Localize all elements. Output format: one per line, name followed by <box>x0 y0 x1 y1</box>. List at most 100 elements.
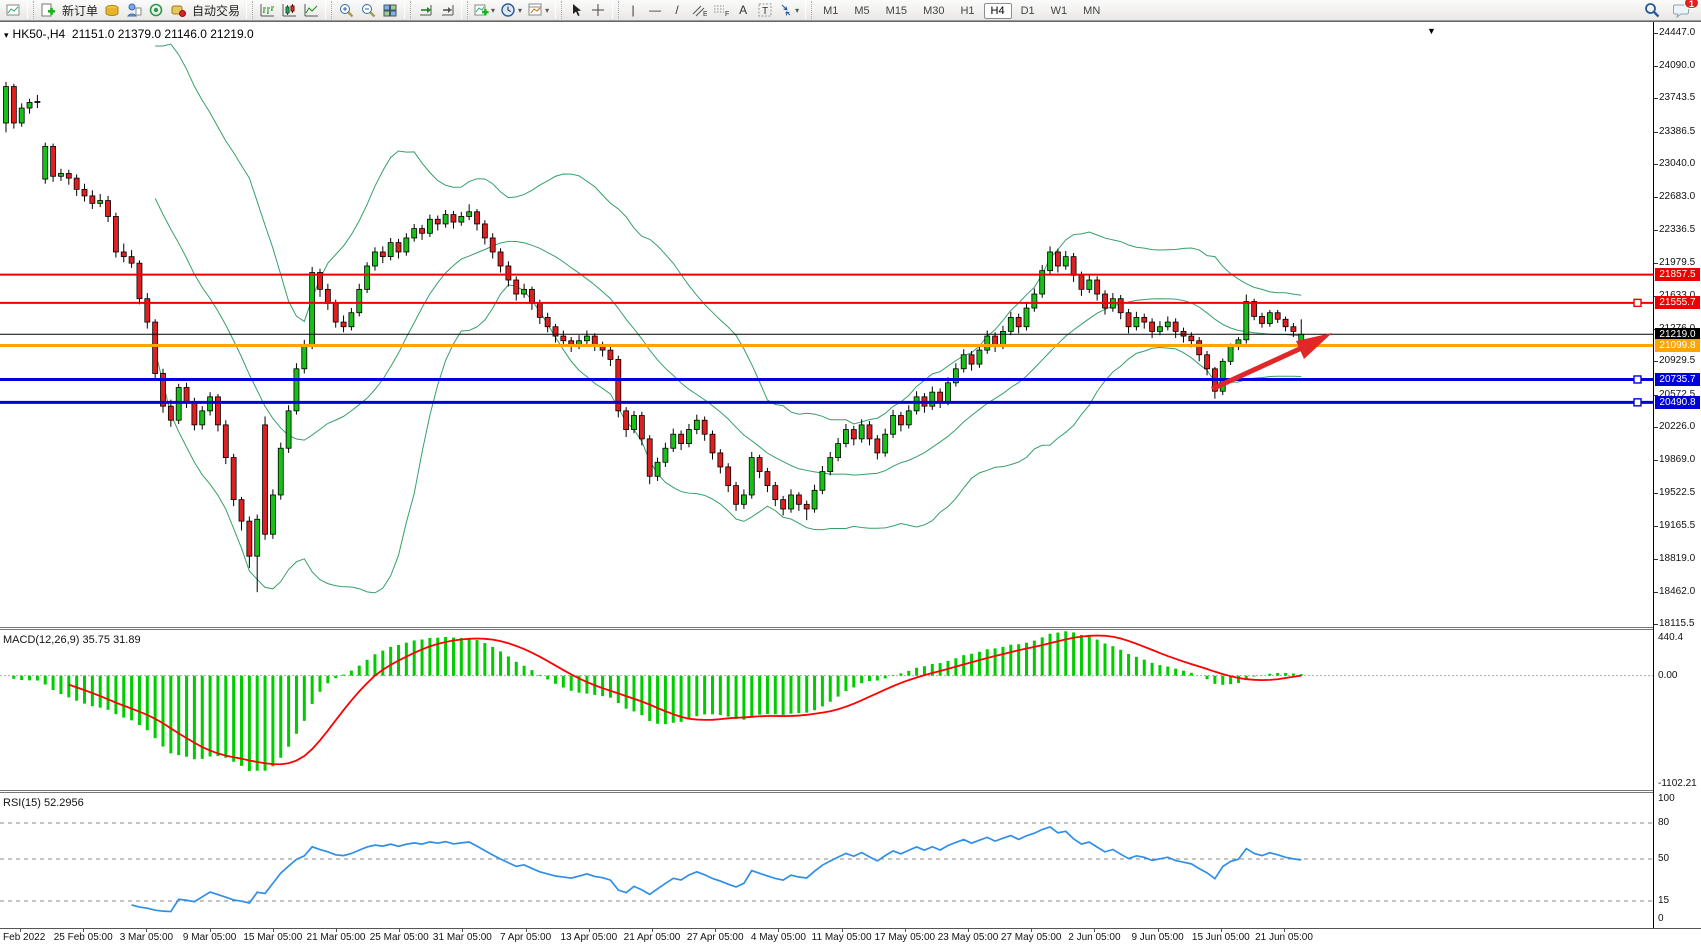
price-tag: 20490.8 <box>1655 396 1700 409</box>
rsi-line <box>132 827 1302 912</box>
time-tick-label: 13 Apr 05:00 <box>560 932 617 943</box>
price-axis[interactable]: 24447.024090.023743.523386.523040.022683… <box>1654 22 1701 928</box>
rsi-indicator-canvas[interactable]: RSI(15) 52.2956 <box>0 793 1653 928</box>
price-tick-label: 24447.0 <box>1659 27 1695 39</box>
periods-clock-icon[interactable]: ▾ <box>499 1 524 19</box>
auto-scroll-icon[interactable] <box>415 1 435 19</box>
toolbar-separator <box>27 1 34 19</box>
time-tick-label: 25 Feb 05:00 <box>54 932 113 943</box>
time-axis[interactable]: 1 Feb 202225 Feb 05:003 Mar 05:009 Mar 0… <box>0 928 1701 946</box>
time-tick-label: 27 May 05:00 <box>1001 932 1062 943</box>
macd-indicator-canvas[interactable]: MACD(12,26,9) 35.75 31.89 <box>0 630 1653 790</box>
timeframe-m30[interactable]: M30 <box>916 3 951 19</box>
community-chat-icon[interactable]: 1 <box>1671 1 1692 19</box>
svg-text:T: T <box>762 6 768 17</box>
zoom-in-icon[interactable] <box>336 1 356 19</box>
profile-icon[interactable] <box>3 1 23 19</box>
arrows-tool[interactable]: ▾ <box>777 1 801 19</box>
price-tick-label: 24090.0 <box>1659 60 1695 72</box>
navigator-icon[interactable] <box>146 1 166 19</box>
price-tick-label: 23386.5 <box>1659 126 1695 138</box>
svg-text:F: F <box>725 11 729 17</box>
price-tick-mark <box>1654 460 1658 461</box>
timeframe-d1[interactable]: D1 <box>1014 3 1042 19</box>
horizontal-line-tool[interactable]: — <box>645 1 665 19</box>
one-click-trading-arrow[interactable]: ▾ <box>4 30 9 40</box>
price-tick-label: 19165.5 <box>1659 520 1695 532</box>
dropdown-arrow: ▾ <box>518 6 522 15</box>
tile-windows-icon[interactable] <box>380 1 400 19</box>
time-tick-label: 27 Apr 05:00 <box>687 932 744 943</box>
price-tick-mark <box>1654 493 1658 494</box>
price-tick-mark <box>1654 263 1658 264</box>
price-tick-label: 20929.5 <box>1659 355 1695 367</box>
time-tick-label: 21 Jun 05:00 <box>1255 932 1313 943</box>
macd-label: MACD(12,26,9) 35.75 31.89 <box>3 634 141 646</box>
time-tick-label: 15 Jun 05:00 <box>1192 932 1250 943</box>
candlestick-mode-icon[interactable] <box>279 1 299 19</box>
timeframe-h4[interactable]: H4 <box>984 3 1012 19</box>
data-window-icon[interactable] <box>124 1 144 19</box>
line-chart-mode-icon[interactable] <box>301 1 321 19</box>
toolbar-separator <box>325 1 332 19</box>
trendline-tool[interactable]: / <box>667 1 687 19</box>
timeframe-mn[interactable]: MN <box>1076 3 1107 19</box>
candlestick-chart-canvas[interactable] <box>0 23 1653 628</box>
price-tag: 21099.8 <box>1655 339 1700 352</box>
price-tick-label: 19869.0 <box>1659 454 1695 466</box>
price-tick-label: 18819.0 <box>1659 553 1695 565</box>
autotrading-button[interactable]: 自动交易 <box>189 2 243 19</box>
search-icon[interactable] <box>1642 1 1662 19</box>
new-order-icon[interactable] <box>38 1 58 19</box>
horizontal-level-lines[interactable] <box>0 275 1653 406</box>
timeframe-m5[interactable]: M5 <box>847 3 876 19</box>
bar-chart-mode-icon[interactable] <box>257 1 277 19</box>
zoom-out-icon[interactable] <box>358 1 378 19</box>
toolbar-separator <box>555 1 562 19</box>
timeframe-m15[interactable]: M15 <box>879 3 914 19</box>
crosshair-tool-icon[interactable] <box>588 1 608 19</box>
toolbar-separator <box>404 1 411 19</box>
toolbar-separator <box>461 1 468 19</box>
equidistant-channel-tool[interactable]: E <box>689 1 709 19</box>
timeframe-m1[interactable]: M1 <box>816 3 845 19</box>
indicators-icon[interactable]: ▾ <box>472 1 497 19</box>
toolbar-separator <box>246 1 253 19</box>
timeframe-h1[interactable]: H1 <box>953 3 981 19</box>
timeframe-w1[interactable]: W1 <box>1044 3 1075 19</box>
price-tag: 21857.5 <box>1655 268 1700 281</box>
price-tick-mark <box>1654 526 1658 527</box>
price-tick-label: 23743.5 <box>1659 92 1695 104</box>
main-toolbar: 新订单 自动交易 ▾ ▾ <box>0 0 1701 21</box>
chart-shift-icon[interactable] <box>437 1 457 19</box>
macd-axis-label: 0.00 <box>1658 670 1677 681</box>
templates-icon[interactable]: ▾ <box>526 1 551 19</box>
autotrading-icon[interactable] <box>168 1 188 19</box>
time-tick-label: 1 Feb 2022 <box>0 932 45 943</box>
time-tick-label: 21 Apr 05:00 <box>624 932 681 943</box>
price-tick-label: 22683.0 <box>1659 191 1695 203</box>
fibonacci-tool[interactable]: F <box>711 1 731 19</box>
time-tick-label: 21 Mar 05:00 <box>307 932 366 943</box>
time-tick-label: 9 Jun 05:00 <box>1131 932 1183 943</box>
macd-axis-label: -1102.21 <box>1658 778 1697 789</box>
price-tick-label: 22336.5 <box>1659 224 1695 236</box>
text-label-tool[interactable]: T <box>755 1 775 19</box>
price-tick-label: 18115.5 <box>1659 618 1694 630</box>
text-tool[interactable]: A <box>733 1 753 19</box>
rsi-axis-label: 0 <box>1658 913 1664 924</box>
time-tick-label: 15 Mar 05:00 <box>243 932 302 943</box>
cursor-tool-icon[interactable] <box>566 1 586 19</box>
price-tick-mark <box>1654 427 1658 428</box>
dropdown-arrow: ▾ <box>491 6 495 15</box>
price-tick-mark <box>1654 361 1658 362</box>
vertical-line-tool[interactable]: | <box>623 1 643 19</box>
price-tag: 20735.7 <box>1655 373 1700 386</box>
market-watch-icon[interactable] <box>102 1 122 19</box>
price-tag: 21555.7 <box>1655 296 1700 309</box>
new-order-button[interactable]: 新订单 <box>59 2 101 19</box>
svg-text:E: E <box>703 11 707 17</box>
price-tick-mark <box>1654 624 1658 625</box>
timeframe-group: M1M5M15M30H1H4D1W1MN <box>815 1 1108 19</box>
price-tick-mark <box>1654 164 1658 165</box>
